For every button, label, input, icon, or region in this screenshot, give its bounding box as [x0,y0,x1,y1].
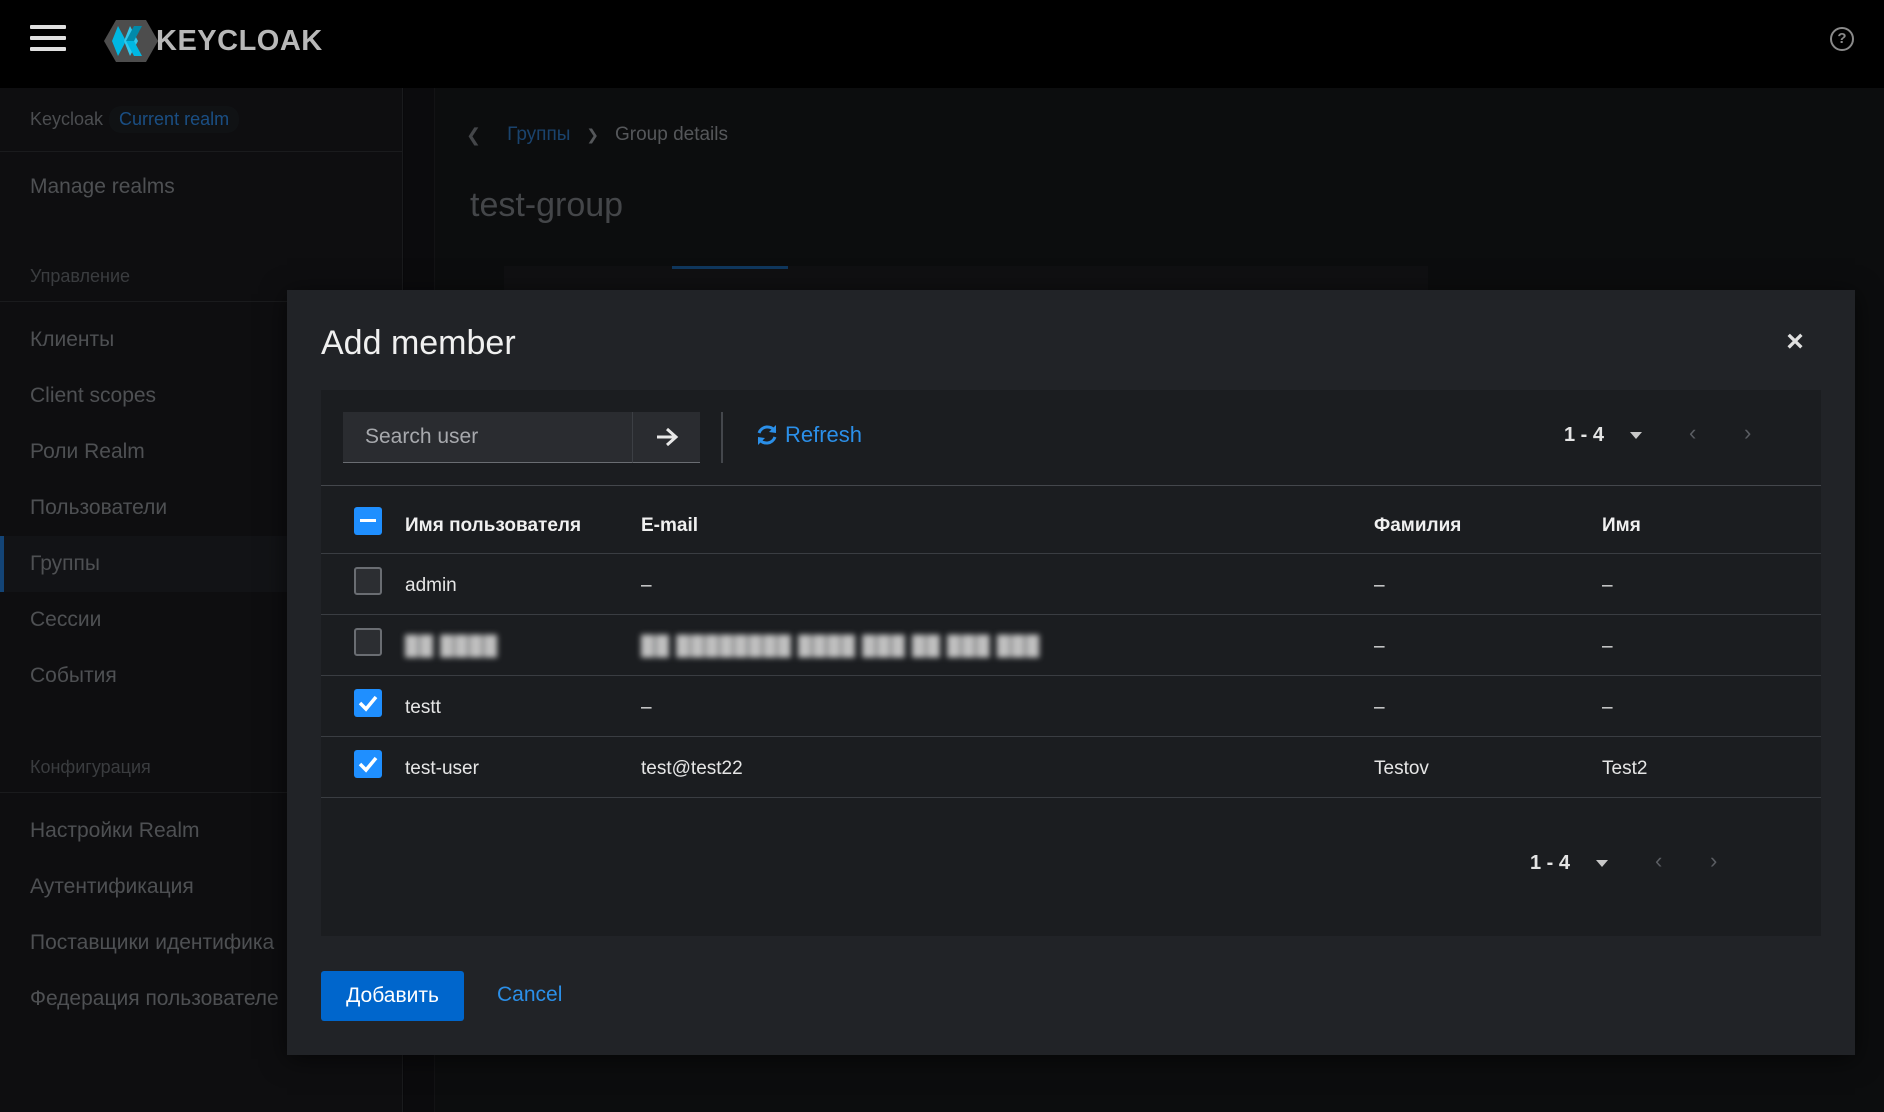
column-header-username[interactable]: Имя пользователя [405,487,641,554]
cell-username: admin [405,553,641,615]
masthead: KEYCLOAK ? [0,0,1884,88]
chevron-right-icon[interactable]: › [1710,848,1717,874]
cell-first-name: Test2 [1602,736,1821,798]
cell-first-name: – [1602,553,1821,615]
chevron-right-icon[interactable]: › [1744,420,1751,446]
brand-wordmark: KEYCLOAK [156,24,323,57]
row-checkbox[interactable] [354,627,382,656]
cell-last-name: – [1374,553,1602,615]
users-table: Имя пользователя E-mail Фамилия Имя admi… [321,487,1821,798]
caret-down-icon[interactable] [1596,860,1609,867]
pagination-bottom: 1 - 4 ‹ › [1530,848,1760,875]
cell-username: testt [405,675,641,737]
table-toolbar: Refresh 1 - 4 ‹ › [321,390,1821,486]
keycloak-logo-icon [104,20,158,62]
cell-username: test-user [405,736,641,798]
row-checkbox[interactable] [354,688,382,717]
table-row: ██ ████ ██ ████████ ████ ███ ██ ███ ███ … [321,614,1821,676]
search-submit-button[interactable] [632,412,700,463]
cell-email-redacted: ██ ████████ ████ ███ ██ ███ ███ [641,614,1374,676]
pagination-top: 1 - 4 ‹ › [1564,420,1794,447]
column-header-email[interactable]: E-mail [641,487,1374,554]
chevron-left-icon[interactable]: ‹ [1655,848,1662,874]
users-table-panel: Refresh 1 - 4 ‹ › Имя пользователя E [321,390,1821,936]
caret-down-icon[interactable] [1630,432,1643,439]
add-button[interactable]: Добавить [321,971,464,1021]
chevron-left-icon[interactable]: ‹ [1689,420,1696,446]
table-row: admin – – – [321,553,1821,615]
add-member-modal: Add member × Search user Refresh 1 - 4 ‹… [287,290,1855,1055]
cell-email: – [641,675,1374,737]
select-all-checkbox[interactable] [354,506,382,535]
toolbar-divider [721,412,723,463]
help-circle-icon[interactable]: ? [1830,27,1854,51]
row-checkbox[interactable] [354,566,382,595]
search-box [343,412,636,463]
column-header-first-name[interactable]: Имя [1602,487,1821,554]
hamburger-menu-icon[interactable] [30,25,66,53]
table-header-row: Имя пользователя E-mail Фамилия Имя [321,487,1821,554]
refresh-icon [757,425,777,445]
refresh-label: Refresh [785,422,863,447]
close-icon[interactable]: × [1783,327,1807,357]
arrow-right-icon [656,427,678,447]
refresh-button[interactable]: Refresh [755,422,862,448]
cell-email: test@test22 [641,736,1374,798]
pagination-count[interactable]: 1 - 4 [1564,424,1604,447]
pagination-count[interactable]: 1 - 4 [1530,852,1570,875]
keycloak-logo: KEYCLOAK [104,18,323,64]
checkmark-icon [358,756,378,773]
search-input[interactable] [365,425,636,449]
cell-last-name: – [1374,675,1602,737]
cell-email: – [641,553,1374,615]
column-header-last-name[interactable]: Фамилия [1374,487,1602,554]
modal-title: Add member [321,324,516,362]
cell-username-redacted: ██ ████ [405,614,641,676]
checkmark-icon [358,695,378,712]
cell-first-name: – [1602,675,1821,737]
table-row: testt – – – [321,675,1821,737]
row-checkbox[interactable] [354,749,382,778]
cell-last-name: – [1374,614,1602,676]
cell-first-name: – [1602,614,1821,676]
table-row: test-user test@test22 Testov Test2 [321,736,1821,798]
cancel-button[interactable]: Cancel [497,983,562,1007]
cell-last-name: Testov [1374,736,1602,798]
